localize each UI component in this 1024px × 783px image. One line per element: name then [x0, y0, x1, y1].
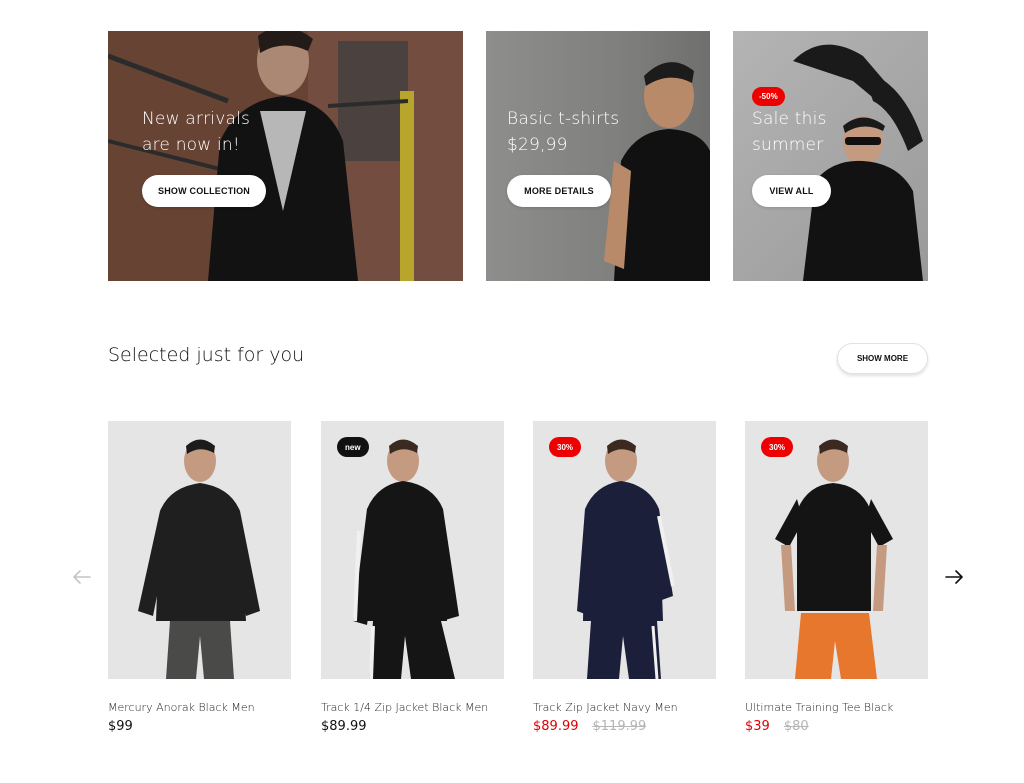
discount-badge: 30% [549, 437, 582, 457]
view-all-button[interactable]: VIEW ALL [752, 175, 831, 207]
product-original-price: $80 [783, 719, 809, 734]
product-price: $99 [108, 719, 133, 734]
product-model-image [577, 439, 675, 679]
arrow-left-icon [73, 570, 91, 584]
product-name[interactable]: Track Zip Jacket Navy Men [533, 701, 716, 714]
banner-new-arrivals[interactable]: New arrivals are now in! SHOW COLLECTION [108, 31, 463, 281]
discount-badge: 30% [761, 437, 794, 457]
price-row: $99 [108, 719, 291, 734]
banner-title-line: Basic t-shirts [507, 109, 620, 129]
product-card[interactable]: Mercury Anorak Black Men $99 [108, 421, 291, 734]
product-image[interactable]: 30% [745, 421, 928, 679]
show-collection-button[interactable]: SHOW COLLECTION [142, 175, 266, 207]
product-card[interactable]: 30% Track Zip Jacket Navy Men $89.99 $11… [533, 421, 716, 734]
product-card[interactable]: new Track 1/4 Zip Jacket Black Men $89.9… [321, 421, 504, 734]
price-row: $89.99 $119.99 [533, 719, 716, 734]
product-image[interactable] [108, 421, 291, 679]
product-price: $89.99 [321, 719, 367, 734]
product-name[interactable]: Mercury Anorak Black Men [108, 701, 291, 714]
new-badge: new [337, 437, 369, 457]
banner-title: Basic t-shirts $29,99 [507, 106, 619, 158]
banner-price-line: $29,99 [507, 135, 568, 155]
price-row: $39 $80 [745, 719, 928, 734]
show-more-button[interactable]: SHOW MORE [837, 343, 928, 374]
arrow-right-icon [945, 570, 963, 584]
discount-badge: -50% [752, 87, 785, 106]
product-sale-price: $89.99 [533, 719, 579, 734]
product-name[interactable]: Track 1/4 Zip Jacket Black Men [321, 701, 504, 714]
banner-title: New arrivals are now in! [142, 106, 250, 158]
banner-title-line: summer [752, 135, 824, 155]
banner-title: Sale this summer [752, 106, 827, 158]
carousel-next-button[interactable] [944, 567, 964, 587]
product-name[interactable]: Ultimate Training Tee Black [745, 701, 928, 714]
section-title: Selected just for you [108, 344, 305, 366]
product-model-image [138, 439, 260, 679]
product-image[interactable]: new [321, 421, 504, 679]
banner-title-line: are now in! [142, 135, 240, 155]
banner-basic-tshirts[interactable]: Basic t-shirts $29,99 MORE DETAILS [486, 31, 710, 281]
banner-summer-sale[interactable]: -50% Sale this summer VIEW ALL [733, 31, 928, 281]
banner-title-line: New arrivals [142, 109, 251, 129]
product-image[interactable]: 30% [533, 421, 716, 679]
carousel-prev-button[interactable] [72, 567, 92, 587]
product-model-image [353, 439, 459, 679]
product-model-image [775, 439, 893, 679]
banner-title-line: Sale this [752, 109, 827, 129]
product-sale-price: $39 [745, 719, 770, 734]
more-details-button[interactable]: MORE DETAILS [507, 175, 611, 207]
product-card[interactable]: 30% Ultimate Training Tee Black $39 $80 [745, 421, 928, 734]
product-original-price: $119.99 [592, 719, 647, 734]
price-row: $89.99 [321, 719, 504, 734]
